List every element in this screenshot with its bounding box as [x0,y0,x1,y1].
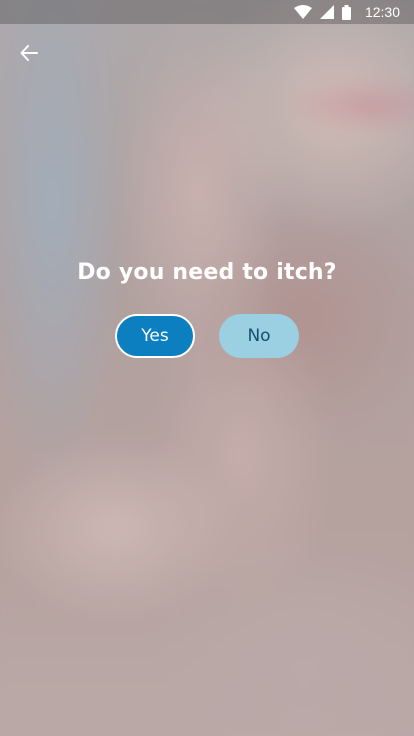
battery-icon [341,4,351,20]
background-overlay [0,0,414,736]
no-button[interactable]: No [219,314,299,358]
back-button[interactable] [14,38,44,68]
status-bar: 12:30 [0,0,414,24]
answer-buttons: Yes No [0,314,414,358]
wifi-icon [293,5,312,19]
screen: 12:30 Do you need to itch? Yes No [0,0,414,736]
cell-signal-icon [319,5,334,19]
question-text: Do you need to itch? [77,260,337,285]
status-time: 12:30 [364,4,400,20]
yes-button[interactable]: Yes [115,314,195,358]
arrow-left-icon [20,44,38,62]
